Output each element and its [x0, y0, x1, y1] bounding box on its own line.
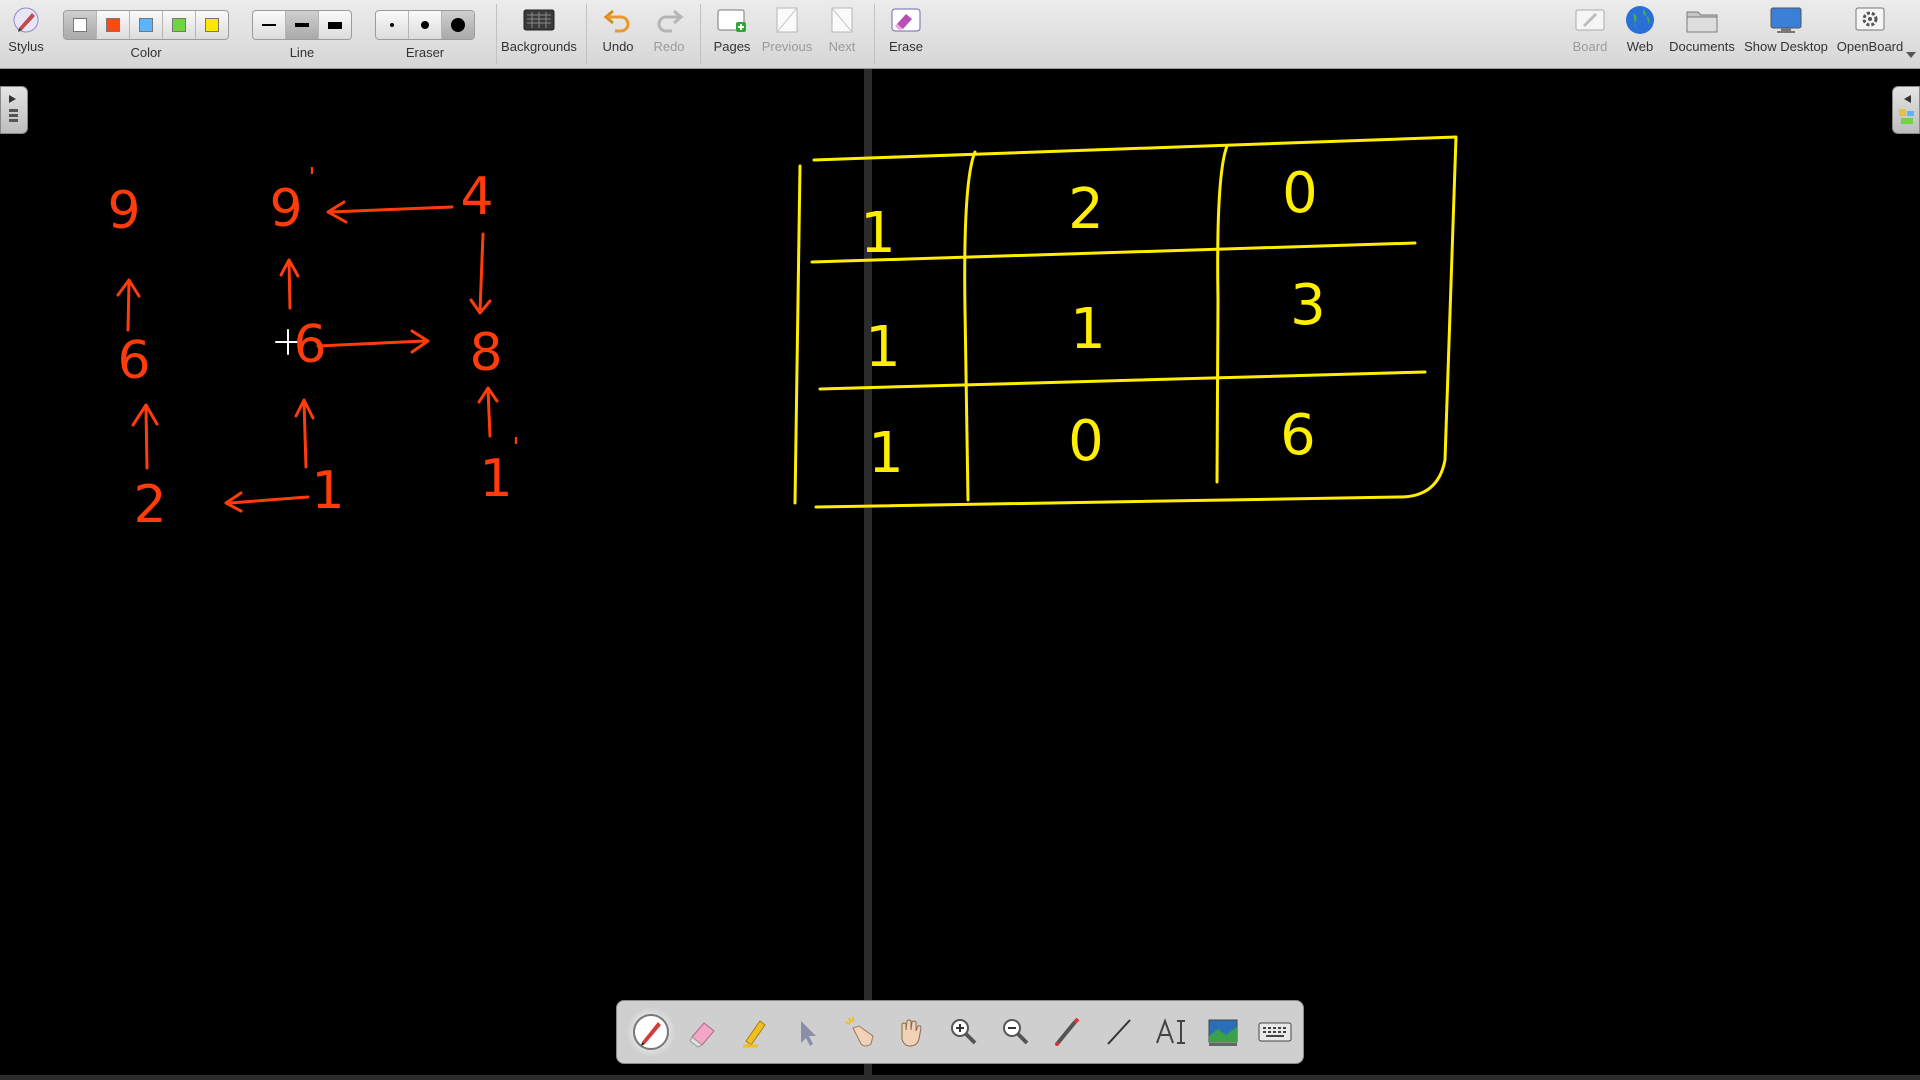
pen-icon — [633, 1014, 669, 1050]
zoom-out-tool-button[interactable] — [989, 1006, 1041, 1058]
separator — [586, 4, 587, 64]
highlighter-tool-button[interactable] — [729, 1006, 781, 1058]
eraser-large[interactable] — [442, 11, 474, 39]
page-divider — [864, 69, 872, 1080]
line-thick[interactable] — [319, 11, 351, 39]
openboard-menu-button[interactable]: OpenBoard — [1834, 0, 1906, 68]
line-tool-button[interactable] — [1093, 1006, 1145, 1058]
line-medium[interactable] — [286, 11, 319, 39]
eraser-group: Eraser — [373, 0, 477, 68]
globe-icon — [1624, 0, 1656, 40]
color-group: Color — [62, 0, 230, 68]
laser-hand-icon — [844, 1017, 874, 1047]
capture-icon — [1208, 1019, 1238, 1046]
erase-board-icon — [890, 0, 922, 40]
text-tool-button[interactable] — [1145, 1006, 1197, 1058]
previous-button[interactable]: Previous — [758, 0, 816, 68]
stylus-button[interactable]: Stylus — [4, 0, 48, 68]
eraser-tool-button[interactable] — [677, 1006, 729, 1058]
desktop-icon — [1769, 0, 1803, 40]
highlighter-icon — [743, 1020, 766, 1048]
hand-icon — [901, 1019, 922, 1047]
next-page-icon — [828, 0, 856, 40]
erase-button[interactable]: Erase — [882, 0, 930, 68]
pen-tool-button[interactable] — [625, 1006, 677, 1058]
pages-button[interactable]: Pages — [708, 0, 756, 68]
stylus-icon — [11, 0, 41, 40]
left-panel-toggle[interactable] — [0, 86, 28, 134]
chevron-down-icon[interactable] — [1906, 52, 1916, 58]
board-button[interactable]: Board — [1568, 0, 1612, 68]
text-icon — [1156, 1018, 1185, 1044]
line-thin[interactable] — [253, 11, 286, 39]
previous-page-icon — [773, 0, 801, 40]
board-icon — [1574, 0, 1606, 40]
bottom-edge — [0, 1075, 1920, 1080]
laser-pen-tool-button[interactable] — [1041, 1006, 1093, 1058]
line-icon — [1107, 1019, 1131, 1045]
backgrounds-button[interactable]: Backgrounds — [500, 0, 578, 68]
capture-tool-button[interactable] — [1197, 1006, 1249, 1058]
keyboard-tool-button[interactable] — [1249, 1006, 1301, 1058]
redo-button[interactable]: Redo — [645, 0, 693, 68]
show-desktop-button[interactable]: Show Desktop — [1742, 0, 1830, 68]
undo-button[interactable]: Undo — [594, 0, 642, 68]
eraser-icon — [689, 1022, 715, 1048]
separator — [700, 4, 701, 64]
next-button[interactable]: Next — [818, 0, 866, 68]
expand-left-icon — [1899, 95, 1914, 124]
laser-pen-icon — [1055, 1017, 1080, 1046]
keyboard-icon — [1258, 1022, 1292, 1042]
zoom-in-icon — [951, 1019, 977, 1045]
eraser-medium[interactable] — [409, 11, 442, 39]
color-green[interactable] — [163, 11, 196, 39]
backgrounds-icon — [523, 0, 555, 40]
color-orange[interactable] — [97, 11, 130, 39]
web-button[interactable]: Web — [1618, 0, 1662, 68]
add-page-icon — [716, 0, 748, 40]
color-yellow[interactable] — [196, 11, 228, 39]
pointer-icon — [801, 1021, 816, 1046]
undo-icon — [603, 0, 633, 40]
folder-icon — [1685, 0, 1719, 40]
color-white[interactable] — [64, 11, 97, 39]
separator — [874, 4, 875, 64]
hand-tool-button[interactable] — [885, 1006, 937, 1058]
redo-icon — [654, 0, 684, 40]
zoom-in-tool-button[interactable] — [937, 1006, 989, 1058]
color-blue[interactable] — [130, 11, 163, 39]
separator — [496, 4, 497, 64]
line-group: Line — [250, 0, 354, 68]
whiteboard-canvas[interactable] — [0, 69, 1920, 1080]
laser-hand-tool-button[interactable] — [833, 1006, 885, 1058]
tool-dock — [616, 1000, 1304, 1064]
right-panel-toggle[interactable] — [1892, 86, 1920, 134]
expand-right-icon — [9, 95, 18, 122]
pointer-tool-button[interactable] — [781, 1006, 833, 1058]
openboard-settings-icon — [1854, 0, 1886, 40]
top-toolbar: Stylus Color Line Eraser Backgrounds Und… — [0, 0, 1920, 69]
zoom-out-icon — [1003, 1019, 1029, 1045]
eraser-small[interactable] — [376, 11, 409, 39]
documents-button[interactable]: Documents — [1666, 0, 1738, 68]
